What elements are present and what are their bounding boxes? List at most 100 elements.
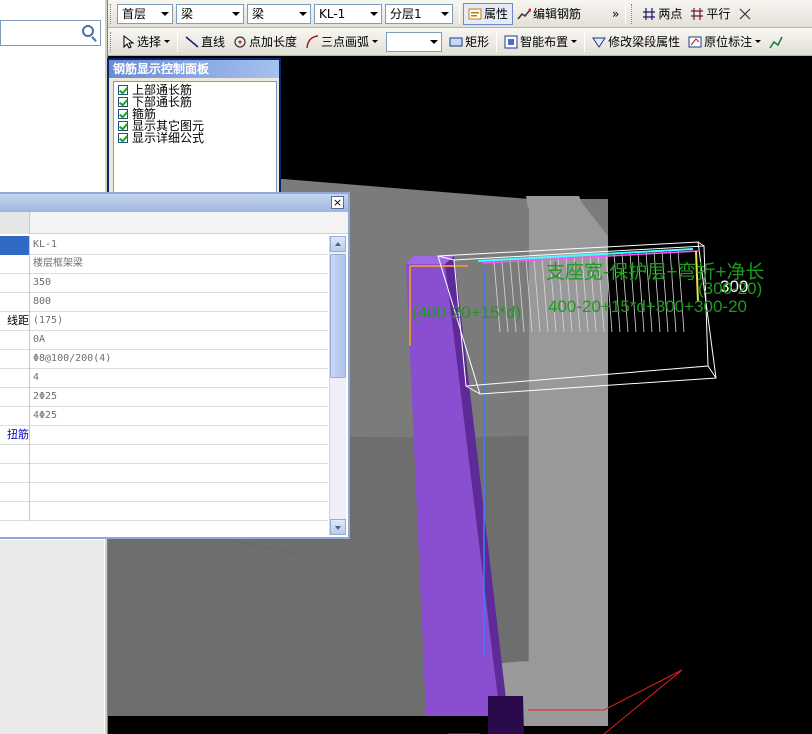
property-key: 扭筋 [0,426,30,445]
property-row[interactable]: 2Φ25 [0,388,328,407]
property-value[interactable]: 4Φ25 [33,407,57,425]
search-icon[interactable] [82,25,94,37]
search-input[interactable] [0,20,101,46]
type-select[interactable]: 梁 [247,3,311,24]
toolbar-overflow-button[interactable]: » [609,7,622,21]
arrow-up-icon [335,242,341,246]
property-value[interactable]: 800 [33,293,51,311]
property-row[interactable]: 0A [0,331,328,350]
property-value[interactable]: 0A [33,331,45,349]
point-length-icon [233,35,247,49]
toolbar-separator [584,31,586,52]
property-row[interactable]: KL-1 [0,236,328,255]
floor-select[interactable]: 首层 [117,3,173,24]
property-key [0,236,30,255]
property-row[interactable] [0,464,328,483]
property-row[interactable]: 4Φ25 [0,407,328,426]
arc-option-select[interactable] [386,31,443,52]
property-row[interactable] [0,502,328,521]
properties-scrollbar[interactable] [329,236,346,535]
properties-header [0,212,348,234]
point-length-button[interactable]: 点加长度 [229,31,301,53]
two-points-button[interactable]: 两点 [638,3,686,25]
checkbox[interactable] [118,133,128,143]
formula-label-paren: (300-20) [698,279,762,298]
select-button[interactable]: 选择 [117,31,174,53]
edit-rebar-icon [517,7,532,21]
property-key [0,350,30,369]
toolbar-grip[interactable] [631,3,635,24]
snap-icon [738,7,752,21]
property-value[interactable]: 楼层框架梁 [33,255,83,273]
more-tools-button[interactable] [765,31,789,53]
three-point-arc-button[interactable]: 三点画弧 [301,31,382,53]
property-value[interactable]: 4 [33,369,39,387]
rectangle-button[interactable]: 矩形 [445,31,493,53]
formula-label-left: (400-20+15*d) [412,303,521,322]
property-row[interactable] [0,483,328,502]
chevron-down-icon [372,40,379,43]
property-key [0,369,30,388]
formula-label-2: 400-20+15*d+300+300-20 [548,297,747,316]
chevron-down-icon [755,40,762,43]
toolbar-separator [625,3,627,24]
in-situ-label-icon [688,35,702,49]
property-row[interactable]: 线距 (175) [0,312,328,331]
toolbar-separator [177,31,179,52]
property-key [0,445,30,464]
parallel-icon [690,7,704,21]
checkbox[interactable] [118,109,128,119]
property-row[interactable] [0,445,328,464]
in-situ-label-button[interactable]: 原位标注 [684,31,765,53]
more-snap-button[interactable] [734,3,758,25]
smart-layout-button[interactable]: 智能布置 [500,31,581,53]
property-key [0,293,30,312]
checkbox[interactable] [118,121,128,131]
close-button[interactable]: × [331,196,344,209]
property-row[interactable]: 350 [0,274,328,293]
line-button[interactable]: 直线 [181,31,229,53]
smart-layout-icon [504,35,518,49]
property-value[interactable]: 2Φ25 [33,388,57,406]
properties-titlebar[interactable]: × [0,194,348,212]
chevron-down-icon [430,39,439,44]
property-value[interactable]: KL-1 [33,236,57,254]
property-value[interactable]: 350 [33,274,51,292]
property-key: 线距 [0,312,30,331]
property-row[interactable]: 4 [0,369,328,388]
checkbox[interactable] [118,85,128,95]
property-value[interactable]: Φ8@100/200(4) [33,350,111,368]
property-row[interactable]: 楼层框架梁 [0,255,328,274]
scroll-down-button[interactable] [330,519,346,535]
element-select[interactable]: KL-1 [314,3,382,24]
column-top-cap [526,196,584,208]
pointer-icon [121,34,135,49]
properties-window: × KL-1 楼层框架梁 350 800 线距 (175) 0A Φ8@100/2… [0,192,350,539]
category-select[interactable]: 梁 [176,3,244,24]
modify-span-button[interactable]: 修改梁段属性 [588,31,684,53]
property-key [0,255,30,274]
parallel-button[interactable]: 平行 [686,3,734,25]
arc-icon [305,34,319,49]
property-row[interactable]: 扭筋 [0,426,328,445]
property-row[interactable]: 800 [0,293,328,312]
option-detailed-formula[interactable]: 显示详细公式 [118,132,272,144]
properties-button[interactable]: 属性 [463,2,514,25]
property-row[interactable]: Φ8@100/200(4) [0,350,328,369]
property-key [0,483,30,502]
toolbar-grip[interactable] [110,3,114,24]
property-value[interactable]: (175) [33,312,63,330]
checkbox[interactable] [118,97,128,107]
chevron-down-icon [571,40,578,43]
layer-select[interactable]: 分层1 [385,3,453,24]
toolbar-top: 首层 梁 梁 KL-1 分层1 属性 编辑钢筋 » 两点 平行 [108,0,812,28]
two-points-icon [642,7,656,21]
chevron-down-icon [441,11,449,16]
chevron-down-icon [164,40,171,43]
chevron-down-icon [232,11,240,16]
panel-title[interactable]: 钢筋显示控制面板 [109,60,279,78]
scroll-up-button[interactable] [330,236,346,252]
scroll-thumb[interactable] [330,254,346,378]
toolbar-grip[interactable] [110,31,114,52]
edit-rebar-button[interactable]: 编辑钢筋 [513,3,585,25]
